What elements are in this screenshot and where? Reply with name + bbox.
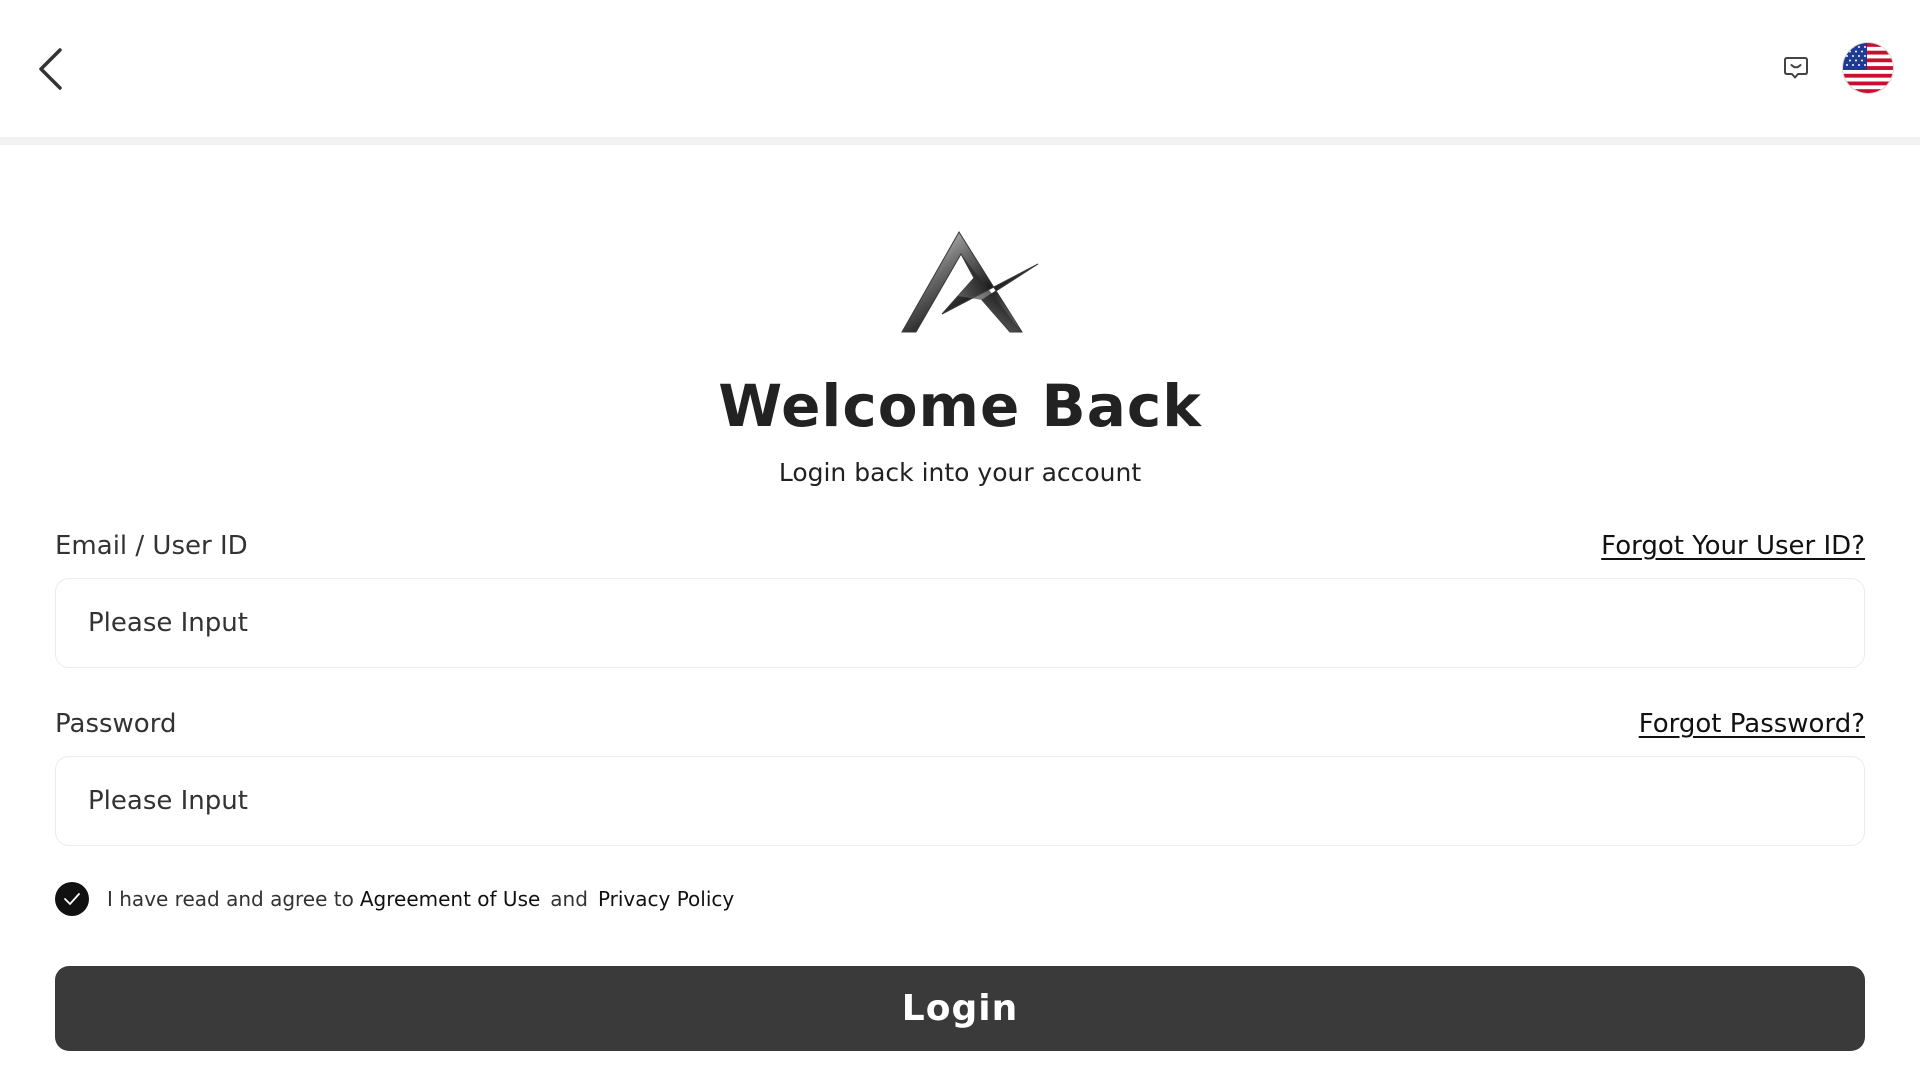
agreement-conjunction: and (550, 887, 588, 911)
agreement-checkbox[interactable] (55, 882, 89, 916)
email-label: Email / User ID (55, 531, 248, 561)
chevron-left-icon (39, 48, 62, 90)
email-field-container (55, 578, 1865, 668)
top-bar (0, 0, 1920, 137)
header-divider (0, 137, 1920, 145)
password-field-container (55, 756, 1865, 846)
password-label: Password (55, 709, 177, 739)
login-button[interactable]: Login (55, 966, 1865, 1051)
agreement-row: I have read and agree to Agreement of Us… (55, 882, 734, 916)
support-button[interactable] (1780, 54, 1812, 82)
chat-support-icon (1784, 57, 1808, 79)
email-field[interactable] (56, 579, 1864, 667)
us-flag-icon (1843, 43, 1893, 93)
password-field[interactable] (56, 757, 1864, 845)
page-title: Welcome Back (718, 372, 1202, 440)
checkmark-icon (64, 893, 80, 905)
privacy-policy-link[interactable]: Privacy Policy (598, 887, 734, 911)
forgot-user-id-link[interactable]: Forgot Your User ID? (1601, 531, 1865, 561)
brand-logo (901, 231, 1039, 333)
agreement-of-use-link[interactable]: Agreement of Use (360, 887, 540, 911)
back-button[interactable] (30, 44, 70, 94)
page-subtitle: Login back into your account (778, 458, 1142, 487)
language-selector-button[interactable] (1843, 43, 1893, 93)
forgot-password-link[interactable]: Forgot Password? (1639, 709, 1865, 739)
agreement-text: I have read and agree to (107, 887, 354, 911)
